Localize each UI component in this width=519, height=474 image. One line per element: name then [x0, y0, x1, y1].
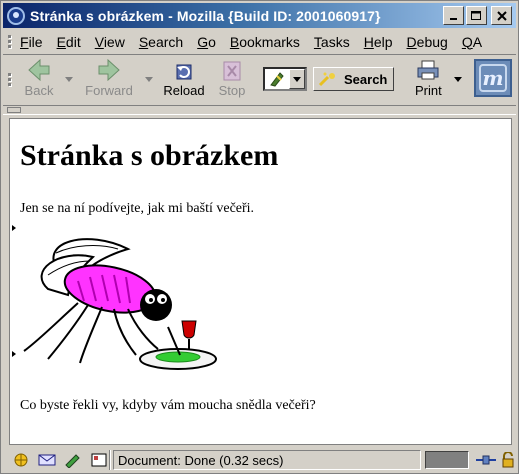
browser-window: Stránka s obrázkem - Mozilla {Build ID: …: [0, 0, 519, 474]
menu-debug[interactable]: Debug: [400, 34, 455, 50]
print-dropdown-arrow[interactable]: [454, 77, 463, 82]
menu-edit[interactable]: Edit: [50, 34, 88, 50]
sidebar-location-dropdown[interactable]: [263, 67, 307, 91]
page-content: Stránka s obrázkem Jen se na ní podívejt…: [9, 118, 512, 445]
status-bar: Document: Done (0.32 secs): [3, 448, 516, 472]
intro-paragraph: Jen se na ní podívejte, jak mi baští več…: [20, 201, 255, 216]
status-separator: [109, 450, 111, 470]
security-lock-icon[interactable]: [500, 452, 516, 468]
back-dropdown-arrow[interactable]: [65, 77, 73, 82]
title-bar[interactable]: Stránka s obrázkem - Mozilla {Build ID: …: [3, 3, 516, 28]
reload-button[interactable]: Reload: [157, 57, 211, 103]
window-title: Stránka s obrázkem - Mozilla {Build ID: …: [30, 7, 381, 24]
maximize-button[interactable]: [466, 6, 487, 25]
minimize-button[interactable]: [443, 6, 464, 25]
menu-file[interactable]: File: [13, 34, 50, 50]
toolbar-grip[interactable]: [5, 59, 13, 99]
mozilla-throbber-logo[interactable]: m: [474, 59, 512, 97]
navigation-toolbar: Back Forward Reload Stop Search Print m: [3, 57, 516, 103]
reload-icon: [176, 64, 192, 80]
forward-button[interactable]: Forward: [73, 57, 145, 103]
menu-tasks[interactable]: Tasks: [307, 34, 357, 50]
fly-eating-dinner-image: [23, 238, 217, 370]
status-indicators: [475, 452, 516, 468]
search-label: Search: [344, 71, 388, 87]
stop-button[interactable]: Stop: [211, 57, 253, 103]
mozilla-m-icon: m: [479, 64, 507, 92]
back-label: Back: [24, 83, 54, 98]
printer-icon: [417, 60, 439, 80]
search-icon: [318, 72, 335, 87]
window-controls: [443, 6, 512, 25]
forward-label: Forward: [85, 83, 133, 98]
address-book-icon[interactable]: [89, 452, 109, 468]
sidebar-toggle-arrow-lower[interactable]: [12, 351, 16, 357]
collapsed-toolbar-grip[interactable]: [7, 107, 21, 113]
search-button[interactable]: Search: [313, 67, 395, 91]
sidebar-toggle-arrow[interactable]: [12, 225, 16, 231]
status-text: Document: Done (0.32 secs): [113, 450, 421, 470]
maximize-icon: [471, 10, 481, 20]
menu-view[interactable]: View: [88, 34, 132, 50]
close-icon: [496, 10, 507, 21]
menu-qa[interactable]: QA: [455, 34, 489, 50]
reload-label: Reload: [163, 83, 205, 98]
progress-meter: [425, 451, 469, 469]
forward-arrow-icon: [98, 59, 120, 81]
stop-icon: [223, 61, 241, 81]
chevron-down-icon[interactable]: [289, 69, 305, 89]
menu-bar: File Edit View Search Go Bookmarks Tasks Help De…: [3, 29, 516, 55]
forward-dropdown-arrow[interactable]: [145, 77, 153, 82]
minimize-icon: [449, 17, 457, 20]
bookmark-page-icon: [270, 72, 284, 87]
close-button[interactable]: [491, 6, 512, 25]
menubar-grip[interactable]: [5, 29, 13, 54]
menu-items: File Edit View Search Go Bookmarks Tasks Help De…: [13, 34, 489, 50]
print-label: Print: [415, 83, 442, 98]
component-bar: [3, 452, 109, 468]
mail-icon[interactable]: [37, 452, 57, 468]
print-button[interactable]: Print: [402, 57, 454, 103]
menu-search[interactable]: Search: [132, 34, 190, 50]
mozilla-app-icon[interactable]: [7, 6, 25, 25]
back-arrow-icon: [28, 59, 50, 81]
stop-label: Stop: [218, 83, 246, 98]
personal-toolbar-collapsed[interactable]: [3, 105, 516, 115]
page-heading: Stránka s obrázkem: [20, 139, 279, 172]
back-button[interactable]: Back: [13, 57, 65, 103]
menu-help[interactable]: Help: [357, 34, 400, 50]
online-connection-icon[interactable]: [475, 452, 497, 468]
navigator-icon[interactable]: [11, 452, 31, 468]
menu-bookmarks[interactable]: Bookmarks: [223, 34, 307, 50]
question-paragraph: Co byste řekli vy, kdyby vám moucha sněd…: [20, 398, 316, 413]
menu-go[interactable]: Go: [190, 34, 223, 50]
composer-icon[interactable]: [63, 452, 83, 468]
